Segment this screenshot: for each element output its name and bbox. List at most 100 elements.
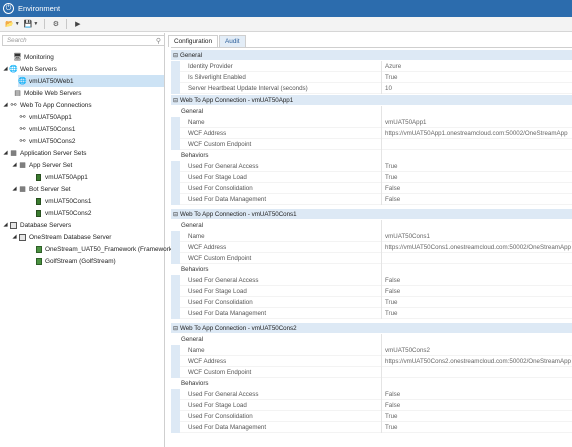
property-value[interactable]: True bbox=[382, 163, 398, 170]
collapse-icon[interactable]: ⊟ bbox=[171, 52, 180, 59]
tab-configuration[interactable]: Configuration bbox=[168, 35, 219, 47]
property-row[interactable]: WCF Custom Endpoint bbox=[171, 366, 572, 378]
collapse-arrow-icon[interactable]: ◢ bbox=[2, 222, 9, 228]
property-value[interactable]: False bbox=[382, 277, 400, 284]
property-row[interactable]: Used For Stage Load False bbox=[171, 285, 572, 297]
property-value[interactable]: False bbox=[382, 196, 400, 203]
collapse-arrow-icon[interactable]: ◢ bbox=[11, 234, 18, 240]
subcategory-header: General bbox=[171, 106, 572, 117]
collapse-icon[interactable]: ⊟ bbox=[171, 325, 180, 332]
play-icon[interactable]: ▶ bbox=[72, 19, 83, 30]
tree-item-bot-server-set[interactable]: ◢ ▦ Bot Server Set bbox=[11, 183, 70, 195]
gear-icon[interactable]: ⚙ bbox=[50, 19, 61, 30]
collapse-icon[interactable]: ⊟ bbox=[171, 97, 180, 104]
property-value[interactable]: True bbox=[382, 310, 398, 317]
property-value[interactable]: True bbox=[382, 424, 398, 431]
property-row[interactable]: Is Silverlight Enabled True bbox=[171, 71, 572, 83]
property-row[interactable]: WCF Address https://vmUAT50App1.onestrea… bbox=[171, 127, 572, 139]
category-header[interactable]: ⊟ General bbox=[171, 50, 572, 61]
property-value[interactable]: True bbox=[382, 74, 398, 81]
category-header[interactable]: ⊟ Web To App Connection - vmUAT50Cons2 bbox=[171, 323, 572, 334]
category-label: Web To App Connection - vmUAT50Cons1 bbox=[180, 210, 297, 218]
property-value[interactable]: True bbox=[382, 174, 398, 181]
server-icon: ▤ bbox=[14, 90, 21, 97]
property-row[interactable]: Used For General Access False bbox=[171, 274, 572, 286]
property-value[interactable]: https://vmUAT50Cons2.onestreamcloud.com:… bbox=[382, 358, 571, 365]
tree-item-web-servers[interactable]: ◢ 🌐 Web Servers bbox=[2, 63, 56, 75]
property-row[interactable]: Used For Data Management True bbox=[171, 421, 572, 433]
tree-item-label: GolfStream (GolfStream) bbox=[45, 257, 116, 265]
property-value[interactable]: False bbox=[382, 391, 400, 398]
property-row[interactable]: Name vmUAT50App1 bbox=[171, 116, 572, 128]
tree-item-db-framework[interactable]: OneStream_UAT50_Framework (Framework) bbox=[34, 243, 174, 255]
property-label: Used For Data Management bbox=[171, 307, 382, 319]
collapse-icon[interactable]: ⊟ bbox=[171, 211, 180, 218]
property-row[interactable]: Used For Stage Load True bbox=[171, 171, 572, 183]
open-folder-icon[interactable]: 📂 ▼ bbox=[4, 19, 21, 30]
property-value[interactable]: False bbox=[382, 288, 400, 295]
property-row[interactable]: Used For Data Management True bbox=[171, 307, 572, 319]
tree-item-db-golf[interactable]: GolfStream (GolfStream) bbox=[34, 255, 116, 267]
property-row[interactable]: Used For Consolidation False bbox=[171, 182, 572, 194]
property-row[interactable]: Used For General Access True bbox=[171, 160, 572, 172]
property-value[interactable]: https://vmUAT50Cons1.onestreamcloud.com:… bbox=[382, 244, 571, 251]
search-input[interactable]: Search ⚲ bbox=[2, 35, 165, 46]
tree-item-web-to-app[interactable]: ◢ ⚯ Web To App Connections bbox=[2, 99, 91, 111]
property-value[interactable]: vmUAT50Cons2 bbox=[382, 347, 430, 354]
property-row[interactable]: WCF Address https://vmUAT50Cons1.onestre… bbox=[171, 241, 572, 253]
subcategory-label: Behaviors bbox=[171, 378, 382, 389]
property-value[interactable]: False bbox=[382, 185, 400, 192]
tree-item-conn-cons1[interactable]: ⚯ vmUAT50Cons1 bbox=[18, 123, 76, 135]
property-row[interactable]: WCF Address https://vmUAT50Cons2.onestre… bbox=[171, 355, 572, 367]
property-value[interactable]: vmUAT50Cons1 bbox=[382, 233, 430, 240]
property-row[interactable]: Used For General Access False bbox=[171, 388, 572, 400]
property-label: Used For Data Management bbox=[171, 193, 382, 205]
tree-item-vmuat50web1[interactable]: 🌐 vmUAT50Web1 bbox=[18, 75, 164, 87]
search-icon[interactable]: ⚲ bbox=[156, 37, 161, 45]
tree-item-label: Monitoring bbox=[24, 53, 54, 61]
tree-item-onestream-db-server[interactable]: ◢ OneStream Database Server bbox=[11, 231, 111, 243]
app-server-icon bbox=[34, 209, 43, 217]
tree-item-conn-cons2[interactable]: ⚯ vmUAT50Cons2 bbox=[18, 135, 76, 147]
collapse-arrow-icon[interactable]: ◢ bbox=[11, 186, 18, 192]
property-row[interactable]: Name vmUAT50Cons2 bbox=[171, 344, 572, 356]
subcategory-header: General bbox=[171, 220, 572, 231]
property-value[interactable]: Azure bbox=[382, 63, 401, 70]
tree-item-bot-cons1[interactable]: vmUAT50Cons1 bbox=[34, 195, 91, 207]
property-row[interactable]: Used For Stage Load False bbox=[171, 399, 572, 411]
tree-item-conn-app1[interactable]: ⚯ vmUAT50App1 bbox=[18, 111, 72, 123]
property-row[interactable]: Used For Data Management False bbox=[171, 193, 572, 205]
property-value[interactable]: False bbox=[382, 402, 400, 409]
tree-item-bot-cons2[interactable]: vmUAT50Cons2 bbox=[34, 207, 91, 219]
tree-item-database-servers[interactable]: ◢ Database Servers bbox=[2, 219, 71, 231]
property-row[interactable]: Name vmUAT50Cons1 bbox=[171, 230, 572, 242]
property-value[interactable]: vmUAT50App1 bbox=[382, 119, 427, 126]
tree-item-app-set-app1[interactable]: vmUAT50App1 bbox=[34, 171, 88, 183]
tree-item-monitoring[interactable]: 🖥 Monitoring bbox=[6, 51, 54, 63]
tree-item-mobile-web-servers[interactable]: ▤ Mobile Web Servers bbox=[6, 87, 81, 99]
property-row[interactable]: WCF Custom Endpoint bbox=[171, 252, 572, 264]
tree-item-app-server-sets[interactable]: ◢ ▦ Application Server Sets bbox=[2, 147, 86, 159]
tree-item-label: Application Server Sets bbox=[20, 149, 87, 157]
category-header[interactable]: ⊟ Web To App Connection - vmUAT50App1 bbox=[171, 95, 572, 106]
property-row[interactable]: Server Heartbeat Update Interval (second… bbox=[171, 82, 572, 94]
collapse-arrow-icon[interactable]: ◢ bbox=[2, 66, 9, 72]
tree-item-label: vmUAT50Cons1 bbox=[29, 125, 76, 133]
property-row[interactable]: Identity Provider Azure bbox=[171, 60, 572, 72]
collapse-arrow-icon[interactable]: ◢ bbox=[2, 150, 9, 156]
tab-audit[interactable]: Audit bbox=[219, 35, 246, 47]
property-row[interactable]: Used For Consolidation True bbox=[171, 296, 572, 308]
property-value[interactable]: 10 bbox=[382, 85, 392, 92]
collapse-arrow-icon[interactable]: ◢ bbox=[2, 102, 9, 108]
property-label: Used For General Access bbox=[171, 160, 382, 172]
property-value[interactable]: True bbox=[382, 413, 398, 420]
category-header[interactable]: ⊟ Web To App Connection - vmUAT50Cons1 bbox=[171, 209, 572, 220]
collapse-arrow-icon[interactable]: ◢ bbox=[11, 162, 18, 168]
category-label: Web To App Connection - vmUAT50Cons2 bbox=[180, 324, 297, 332]
property-value[interactable]: True bbox=[382, 299, 398, 306]
property-row[interactable]: Used For Consolidation True bbox=[171, 410, 572, 422]
property-value[interactable]: https://vmUAT50App1.onestreamcloud.com:5… bbox=[382, 130, 568, 137]
save-icon[interactable]: 💾 ▼ bbox=[23, 19, 40, 30]
tree-item-app-server-set[interactable]: ◢ ▦ App Server Set bbox=[11, 159, 72, 171]
property-row[interactable]: WCF Custom Endpoint bbox=[171, 138, 572, 150]
